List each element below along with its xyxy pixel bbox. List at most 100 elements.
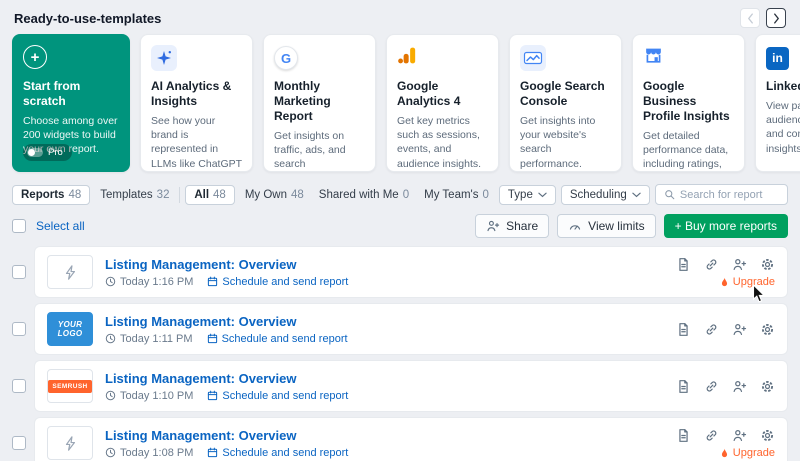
calendar-icon xyxy=(207,447,218,458)
carousel-nav xyxy=(740,8,786,28)
link-icon[interactable] xyxy=(703,427,719,443)
report-row: SEMRUSH Listing Management: Overview Tod… xyxy=(12,360,788,412)
settings-gear-icon[interactable] xyxy=(759,256,775,272)
row-checkbox[interactable] xyxy=(12,436,26,450)
type-dropdown[interactable]: Type xyxy=(499,185,556,205)
reports-list: Listing Management: Overview Today 1:16 … xyxy=(12,246,788,461)
report-title-link[interactable]: Listing Management: Overview xyxy=(105,371,675,386)
report-title-link[interactable]: Listing Management: Overview xyxy=(105,314,675,329)
carousel-next-button[interactable] xyxy=(766,8,786,28)
ga4-bars-icon xyxy=(397,45,418,71)
scope-shared-with-me[interactable]: Shared with Me 0 xyxy=(314,186,414,204)
template-card-start-from-scratch[interactable]: + Start from scratch Choose among over 2… xyxy=(12,34,130,172)
buy-more-reports-label: + Buy more reports xyxy=(675,219,777,233)
template-description: See how your brand is represented in LLM… xyxy=(151,114,242,172)
storefront-icon xyxy=(643,45,664,71)
template-card-search-console[interactable]: Google Search Console Get insights into … xyxy=(509,34,622,172)
report-row: Listing Management: Overview Today 1:08 … xyxy=(12,417,788,461)
template-title: Start from scratch xyxy=(23,79,119,109)
divider xyxy=(179,187,180,203)
report-row: Listing Management: Overview Today 1:16 … xyxy=(12,246,788,298)
share-button[interactable]: Share xyxy=(475,214,549,238)
add-user-icon[interactable] xyxy=(731,378,747,394)
schedule-send-link[interactable]: Schedule and send report xyxy=(207,276,348,288)
upgrade-link[interactable]: Upgrade xyxy=(719,276,775,288)
tab-reports[interactable]: Reports 48 xyxy=(12,185,90,205)
report-title-link[interactable]: Listing Management: Overview xyxy=(105,428,675,443)
report-thumbnail-bolt xyxy=(47,255,93,289)
schedule-send-link[interactable]: Schedule and send report xyxy=(207,333,348,345)
schedule-send-link[interactable]: Schedule and send report xyxy=(207,447,348,459)
settings-gear-icon[interactable] xyxy=(759,321,775,337)
link-icon[interactable] xyxy=(703,378,719,394)
tab-label: Templates xyxy=(100,189,152,201)
template-card-business-profile[interactable]: Google Business Profile Insights Get det… xyxy=(632,34,745,172)
report-card[interactable]: Listing Management: Overview Today 1:16 … xyxy=(34,246,788,298)
template-description: Get insights on traffic, ads, and search… xyxy=(274,129,365,172)
document-icon[interactable] xyxy=(675,427,691,443)
template-card-ga4[interactable]: Google Analytics 4 Get key metrics such … xyxy=(386,34,499,172)
row-checkbox[interactable] xyxy=(12,322,26,336)
scope-count: 0 xyxy=(403,189,409,201)
upgrade-link[interactable]: Upgrade xyxy=(719,447,775,459)
link-icon[interactable] xyxy=(703,321,719,337)
settings-gear-icon[interactable] xyxy=(759,378,775,394)
search-box xyxy=(655,184,788,205)
view-limits-label: View limits xyxy=(588,219,644,233)
report-card[interactable]: YOUR LOGO Listing Management: Overview T… xyxy=(34,303,788,355)
template-description: Get detailed performance data, including… xyxy=(643,129,734,172)
pro-toggle[interactable]: Pro xyxy=(23,144,72,161)
template-card-linkedin-pages[interactable]: in LinkedIn Pages View page audience met… xyxy=(755,34,800,172)
scope-count: 48 xyxy=(291,189,304,201)
report-thumbnail-semrush: SEMRUSH xyxy=(47,369,93,403)
template-title: LinkedIn Pages xyxy=(766,79,800,94)
template-title: Google Search Console xyxy=(520,79,611,109)
scope-label: Shared with Me xyxy=(319,189,399,201)
add-user-icon[interactable] xyxy=(731,256,747,272)
scope-all[interactable]: All 48 xyxy=(185,185,235,205)
settings-gear-icon[interactable] xyxy=(759,427,775,443)
plus-icon: + xyxy=(23,45,47,69)
row-checkbox[interactable] xyxy=(12,379,26,393)
scheduling-dropdown-label: Scheduling xyxy=(570,189,627,201)
chevron-left-icon xyxy=(747,13,754,24)
schedule-send-link[interactable]: Schedule and send report xyxy=(207,390,348,402)
template-title: AI Analytics & Insights xyxy=(151,79,242,109)
pro-badge-label: Pro xyxy=(48,147,63,158)
scope-my-teams[interactable]: My Team's 0 xyxy=(419,186,494,204)
view-limits-button[interactable]: View limits xyxy=(557,214,655,238)
tab-label: Reports xyxy=(21,189,64,201)
add-user-icon[interactable] xyxy=(731,321,747,337)
buy-more-reports-button[interactable]: + Buy more reports xyxy=(664,214,788,238)
clock-icon xyxy=(105,390,116,401)
search-input[interactable] xyxy=(680,189,779,201)
scope-count: 48 xyxy=(213,189,226,201)
select-all-checkbox[interactable] xyxy=(12,219,26,233)
add-user-icon[interactable] xyxy=(731,427,747,443)
template-card-ai-analytics[interactable]: AI Analytics & Insights See how your bra… xyxy=(140,34,253,172)
list-toolbar: Select all Share View limits + Buy more … xyxy=(12,214,788,238)
scope-label: My Team's xyxy=(424,189,478,201)
tab-templates[interactable]: Templates 32 xyxy=(95,186,174,204)
link-icon[interactable] xyxy=(703,256,719,272)
select-all-label[interactable]: Select all xyxy=(36,219,85,233)
add-user-icon xyxy=(486,219,500,233)
share-label: Share xyxy=(506,219,538,233)
report-title-link[interactable]: Listing Management: Overview xyxy=(105,257,675,272)
document-icon[interactable] xyxy=(675,256,691,272)
calendar-icon xyxy=(207,390,218,401)
template-card-monthly-marketing[interactable]: G Monthly Marketing Report Get insights … xyxy=(263,34,376,172)
scheduling-dropdown[interactable]: Scheduling xyxy=(561,185,650,205)
chevron-right-icon xyxy=(773,13,780,24)
scope-my-own[interactable]: My Own 48 xyxy=(240,186,309,204)
report-card[interactable]: Listing Management: Overview Today 1:08 … xyxy=(34,417,788,461)
document-icon[interactable] xyxy=(675,378,691,394)
carousel-prev-button[interactable] xyxy=(740,8,760,28)
calendar-icon xyxy=(207,333,218,344)
report-card[interactable]: SEMRUSH Listing Management: Overview Tod… xyxy=(34,360,788,412)
report-timestamp: Today 1:16 PM xyxy=(105,276,193,288)
document-icon[interactable] xyxy=(675,321,691,337)
page-title: Ready-to-use-templates xyxy=(14,11,161,26)
row-checkbox[interactable] xyxy=(12,265,26,279)
reports-page: Ready-to-use-templates + Start from scra… xyxy=(0,0,800,461)
